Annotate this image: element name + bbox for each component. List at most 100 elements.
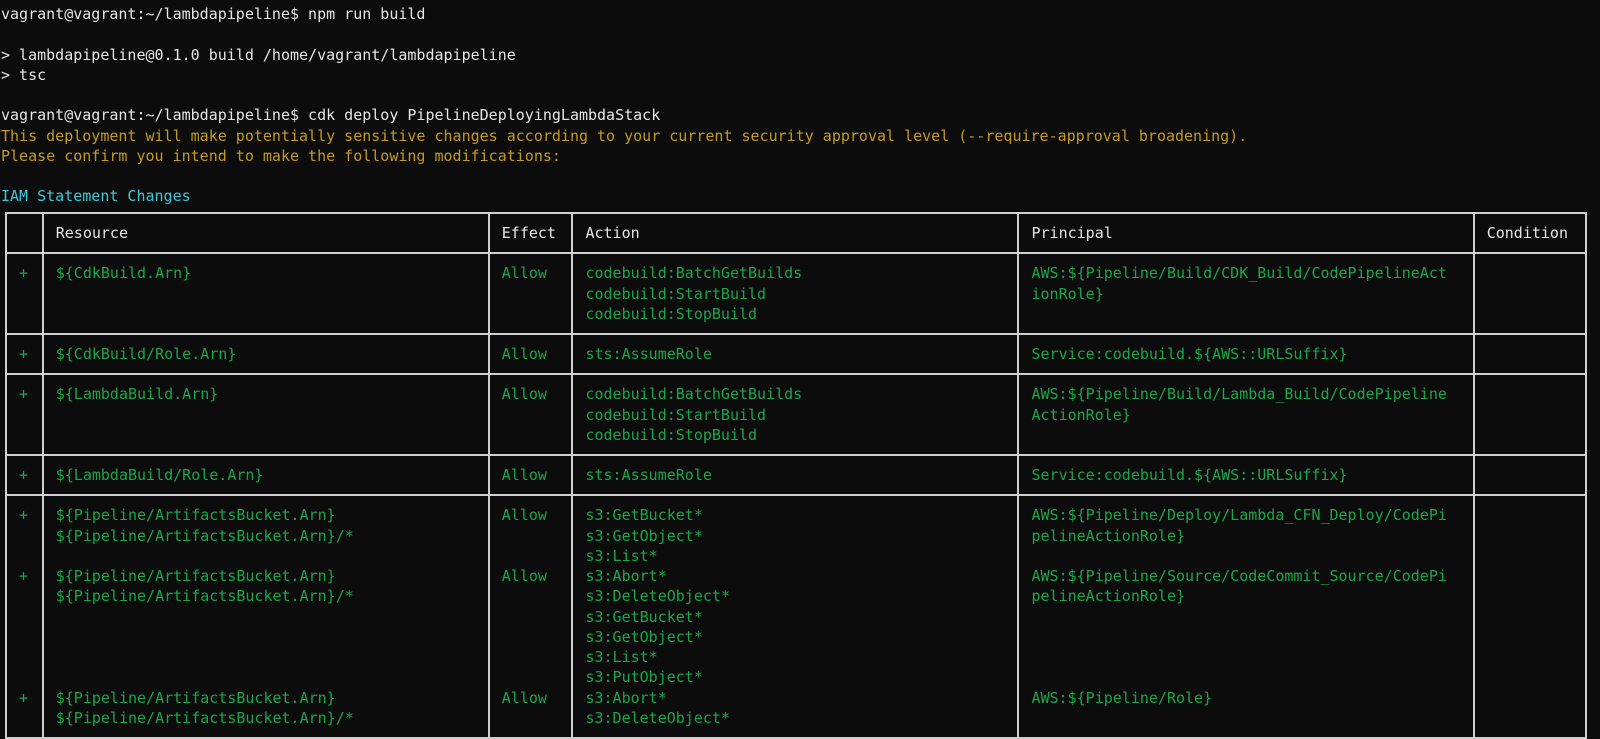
- resource-line: ${Pipeline/ArtifactsBucket.Arn}: [55, 567, 336, 585]
- resource-line: ${LambdaBuild/Role.Arn}: [55, 466, 264, 484]
- resource-line: ${CdkBuild.Arn}: [55, 264, 192, 283]
- marker-line: +: [19, 688, 29, 707]
- table-row: + ${LambdaBuild.Arn} Allow codebuild:BatchG…: [5, 373, 1588, 456]
- resource-line: ${Pipeline/ArtifactsBucket.Arn}: [55, 688, 336, 707]
- action-line: codebuild:StopBuild: [585, 425, 758, 444]
- cell-resource: ${LambdaBuild.Arn}: [41, 373, 490, 456]
- resource-line: ${Pipeline/ArtifactsBucket.Arn}/*: [55, 526, 354, 545]
- action-line: codebuild:StopBuild: [585, 304, 758, 323]
- cell-marker: +: [5, 373, 44, 456]
- principal-line: AWS:${Pipeline/Build/Lambda_Build/CodePi…: [1031, 385, 1447, 404]
- action-line: s3:DeleteObject*: [585, 587, 730, 606]
- effect-line: Allow: [501, 688, 547, 707]
- action-line: codebuild:StartBuild: [585, 284, 767, 303]
- cell-resource: ${CdkBuild.Arn}: [41, 252, 490, 335]
- action-line: s3:Abort*: [585, 567, 667, 585]
- header-marker: [5, 211, 44, 255]
- principal-line: AWS:${Pipeline/Deploy/Lambda_CFN_Deploy/…: [1031, 506, 1447, 525]
- resource-line: ${CdkBuild/Role.Arn}: [55, 345, 237, 363]
- iam-statement-changes-table: Resource Effect Action Principal Conditi…: [5, 211, 1588, 739]
- table-body: + ${CdkBuild.Arn} Allow codebuild:BatchGetB…: [5, 252, 1588, 739]
- terminal-line: vagrant@vagrant:~/lambdapipeline$ cdk de…: [1, 106, 661, 125]
- action-line: s3:GetObject*: [585, 627, 703, 646]
- header-effect: Effect: [487, 211, 574, 255]
- table-header-row: Resource Effect Action Principal Conditi…: [5, 211, 1588, 255]
- action-line: s3:GetBucket*: [585, 506, 703, 525]
- cell-principal: Service:codebuild.${AWS::URLSuffix}: [1017, 453, 1475, 497]
- cell-resource: ${Pipeline/ArtifactsBucket.Arn} ${Pipelin…: [41, 494, 490, 739]
- terminal-line: This deployment will make potentially se…: [1, 126, 1248, 145]
- cell-resource: ${CdkBuild/Role.Arn}: [41, 332, 490, 376]
- principal-line: ionRole}: [1031, 284, 1104, 303]
- cell-action: s3:GetBucket* s3:GetObject* s3:List* s3:Abo…: [571, 494, 1020, 739]
- terminal-line: > tsc: [1, 65, 47, 84]
- resource-line: ${Pipeline/ArtifactsBucket.Arn}: [55, 506, 336, 525]
- principal-line: Service:codebuild.${AWS::URLSuffix}: [1031, 466, 1348, 484]
- header-principal: Principal: [1017, 211, 1475, 255]
- cell-principal: Service:codebuild.${AWS::URLSuffix}: [1017, 332, 1475, 376]
- marker-line: +: [19, 567, 29, 585]
- effect-line: Allow: [501, 567, 547, 585]
- cell-marker: +: [5, 332, 44, 376]
- cell-action: codebuild:BatchGetBuilds codebuild:StartB…: [571, 373, 1020, 456]
- cell-effect: Allow: [487, 252, 574, 335]
- effect-line: Allow: [501, 506, 547, 525]
- cell-condition: [1472, 332, 1588, 376]
- table-row: + ${CdkBuild.Arn} Allow codebuild:BatchGetB…: [5, 252, 1588, 335]
- terminal-line: vagrant@vagrant:~/lambdapipeline$ npm ru…: [1, 5, 426, 23]
- action-line: s3:List*: [585, 648, 658, 666]
- cell-condition: [1472, 494, 1588, 739]
- cell-effect: Allow: [487, 373, 574, 456]
- marker-line: +: [19, 506, 29, 525]
- terminal-line: > lambdapipeline@0.1.0 build /home/vagra…: [1, 45, 516, 64]
- cell-resource: ${LambdaBuild/Role.Arn}: [41, 453, 490, 497]
- table-row-group: + + + ${Pipeline/ArtifactsBucket.Arn} ${Pipe…: [5, 494, 1588, 739]
- cell-action: sts:AssumeRole: [571, 453, 1020, 497]
- cell-action: sts:AssumeRole: [571, 332, 1020, 376]
- principal-line: pelineActionRole}: [1031, 587, 1186, 606]
- cell-principal: AWS:${Pipeline/Build/Lambda_Build/CodePi…: [1017, 373, 1475, 456]
- resource-line: ${LambdaBuild.Arn}: [55, 385, 219, 404]
- cell-condition: [1472, 453, 1588, 497]
- action-line: codebuild:StartBuild: [585, 405, 767, 424]
- table-row: + ${LambdaBuild/Role.Arn} Allow sts:AssumeR…: [5, 453, 1588, 497]
- action-line: codebuild:BatchGetBuilds: [585, 264, 803, 283]
- header-resource: Resource: [41, 211, 490, 255]
- resource-line: ${Pipeline/ArtifactsBucket.Arn}/*: [55, 587, 354, 606]
- principal-line: AWS:${Pipeline/Build/CDK_Build/CodePipel…: [1031, 264, 1447, 283]
- header-condition: Condition: [1472, 211, 1588, 255]
- cell-marker: +: [5, 453, 44, 497]
- terminal-lines: vagrant@vagrant:~/lambdapipeline$ npm ru…: [0, 4, 1600, 207]
- action-line: s3:GetBucket*: [585, 607, 703, 626]
- action-line: sts:AssumeRole: [585, 345, 712, 363]
- principal-line: ActionRole}: [1031, 405, 1131, 424]
- terminal-line: IAM Statement Changes: [1, 187, 191, 206]
- cell-effect: Allow Allow Allow: [487, 494, 574, 739]
- table-row: + ${CdkBuild/Role.Arn} Allow sts:AssumeRole…: [5, 332, 1588, 376]
- action-line: s3:GetObject*: [585, 526, 703, 545]
- action-line: sts:AssumeRole: [585, 466, 712, 484]
- action-line: s3:Abort*: [585, 688, 667, 707]
- cell-marker: +: [5, 252, 44, 335]
- cell-marker: + + +: [5, 494, 44, 739]
- principal-line: AWS:${Pipeline/Role}: [1031, 688, 1213, 707]
- cell-principal: AWS:${Pipeline/Deploy/Lambda_CFN_Deploy/…: [1017, 494, 1475, 739]
- action-line: codebuild:BatchGetBuilds: [585, 385, 803, 404]
- cell-effect: Allow: [487, 332, 574, 376]
- action-line: s3:DeleteObject*: [585, 708, 730, 727]
- cell-effect: Allow: [487, 453, 574, 497]
- cell-condition: [1472, 373, 1588, 456]
- action-line: s3:List*: [585, 546, 658, 565]
- cell-principal: AWS:${Pipeline/Build/CDK_Build/CodePipel…: [1017, 252, 1475, 335]
- resource-line: ${Pipeline/ArtifactsBucket.Arn}/*: [55, 708, 354, 727]
- cell-action: codebuild:BatchGetBuilds codebuild:StartB…: [571, 252, 1020, 335]
- header-action: Action: [571, 211, 1020, 255]
- action-line: s3:PutObject*: [585, 668, 703, 687]
- principal-line: Service:codebuild.${AWS::URLSuffix}: [1031, 345, 1348, 363]
- principal-line: pelineActionRole}: [1031, 526, 1186, 545]
- cell-condition: [1472, 252, 1588, 335]
- principal-line: AWS:${Pipeline/Source/CodeCommit_Source/…: [1031, 567, 1447, 585]
